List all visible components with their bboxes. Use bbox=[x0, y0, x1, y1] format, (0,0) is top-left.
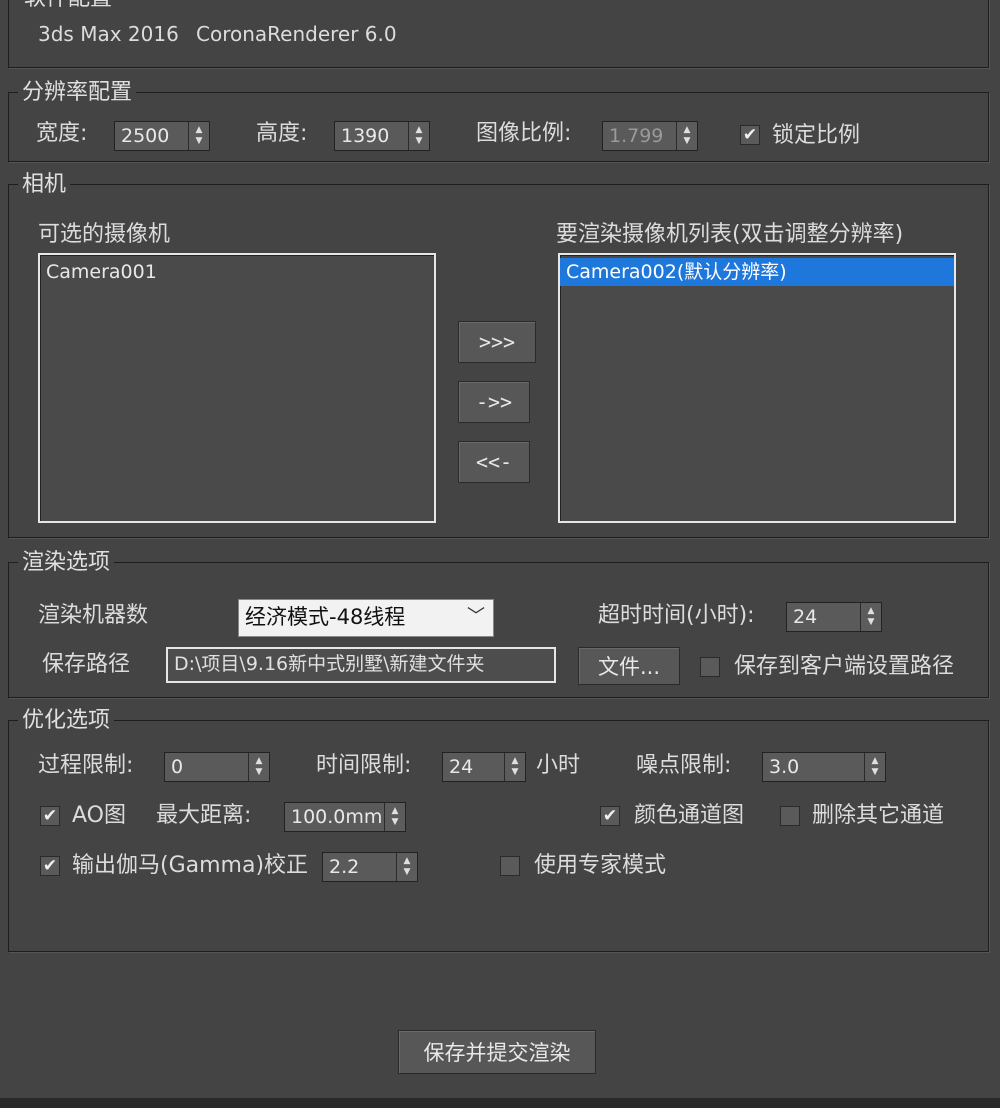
height-spinner-arrows[interactable]: ▲ ▼ bbox=[409, 122, 429, 150]
time-limit-spinner[interactable]: 24 ▲ ▼ bbox=[442, 752, 526, 782]
ao-label: AO图 bbox=[72, 803, 126, 828]
width-input[interactable]: 2500 bbox=[115, 122, 189, 150]
resolution-legend: 分辨率配置 bbox=[18, 80, 137, 106]
arrow-up-icon[interactable]: ▲ bbox=[416, 125, 423, 136]
machines-value: 经济模式-48线程 bbox=[245, 605, 406, 629]
pass-limit-input[interactable]: 0 bbox=[165, 753, 249, 781]
max-distance-label: 最大距离: bbox=[156, 803, 252, 828]
gamma-spinner-arrows[interactable]: ▲ ▼ bbox=[397, 853, 417, 881]
arrow-up-icon[interactable]: ▲ bbox=[196, 125, 203, 136]
timeout-spinner-arrows[interactable]: ▲ ▼ bbox=[861, 603, 881, 631]
lock-ratio-label: 锁定比例 bbox=[772, 123, 861, 148]
gamma-label: 输出伽马(Gamma)校正 bbox=[72, 853, 309, 878]
render-cameras-label: 要渲染摄像机列表(双击调整分辨率) bbox=[556, 222, 904, 247]
width-spinner[interactable]: 2500 ▲ ▼ bbox=[114, 121, 210, 151]
render-options-legend: 渲染选项 bbox=[18, 550, 115, 576]
optimize-legend: 优化选项 bbox=[18, 708, 115, 734]
save-path-input[interactable]: D:\项目\9.16新中式别墅\新建文件夹 bbox=[166, 647, 556, 683]
arrow-down-icon[interactable]: ▼ bbox=[684, 136, 691, 147]
delete-channels-label: 删除其它通道 bbox=[812, 803, 945, 828]
width-label: 宽度: bbox=[36, 121, 88, 146]
machines-dropdown[interactable]: 经济模式-48线程 ﹀ bbox=[238, 599, 494, 637]
height-input[interactable]: 1390 bbox=[335, 122, 409, 150]
pass-limit-spinner[interactable]: 0 ▲ ▼ bbox=[164, 752, 270, 782]
max-distance-input[interactable]: 100.0mm bbox=[285, 803, 385, 831]
submit-render-button[interactable]: 保存并提交渲染 bbox=[398, 1030, 596, 1074]
noise-limit-label: 噪点限制: bbox=[636, 753, 732, 778]
timeout-input[interactable]: 24 bbox=[787, 603, 861, 631]
time-limit-spinner-arrows[interactable]: ▲ ▼ bbox=[505, 753, 525, 781]
max-version-text: 3ds Max 2016 bbox=[38, 22, 179, 46]
arrow-down-icon[interactable]: ▼ bbox=[196, 136, 203, 147]
time-unit-label: 小时 bbox=[536, 753, 581, 778]
timeout-label: 超时时间(小时): bbox=[598, 603, 755, 628]
noise-limit-input[interactable]: 3.0 bbox=[763, 753, 865, 781]
available-cameras-label: 可选的摄像机 bbox=[38, 222, 171, 247]
arrow-down-icon[interactable]: ▼ bbox=[872, 767, 879, 778]
list-item[interactable]: Camera002(默认分辨率) bbox=[560, 258, 954, 286]
ratio-input[interactable]: 1.799 bbox=[603, 122, 677, 150]
bottom-strip bbox=[0, 1098, 1000, 1108]
save-path-label: 保存路径 bbox=[42, 652, 131, 677]
time-limit-input[interactable]: 24 bbox=[443, 753, 505, 781]
width-spinner-arrows[interactable]: ▲ ▼ bbox=[189, 122, 209, 150]
add-all-button[interactable]: >>> bbox=[458, 321, 536, 363]
arrow-up-icon[interactable]: ▲ bbox=[684, 125, 691, 136]
arrow-down-icon[interactable]: ▼ bbox=[512, 767, 519, 778]
arrow-up-icon[interactable]: ▲ bbox=[512, 756, 519, 767]
height-spinner[interactable]: 1390 ▲ ▼ bbox=[334, 121, 430, 151]
gamma-input[interactable]: 2.2 bbox=[323, 853, 397, 881]
timeout-spinner[interactable]: 24 ▲ ▼ bbox=[786, 602, 882, 632]
arrow-up-icon[interactable]: ▲ bbox=[404, 856, 411, 867]
renderer-version-text: CoronaRenderer 6.0 bbox=[196, 22, 397, 46]
ao-checkbox[interactable]: ✔ bbox=[40, 806, 60, 826]
gamma-spinner[interactable]: 2.2 ▲ ▼ bbox=[322, 852, 418, 882]
remove-button[interactable]: <<- bbox=[458, 441, 530, 483]
time-limit-label: 时间限制: bbox=[316, 753, 412, 778]
delete-channels-checkbox[interactable] bbox=[780, 806, 800, 826]
software-legend: 软件配置 bbox=[20, 0, 117, 12]
noise-limit-spinner-arrows[interactable]: ▲ ▼ bbox=[865, 753, 885, 781]
pass-limit-label: 过程限制: bbox=[38, 753, 134, 778]
list-item[interactable]: Camera001 bbox=[40, 255, 434, 286]
lock-ratio-checkbox[interactable]: ✔ bbox=[740, 125, 760, 145]
pass-limit-spinner-arrows[interactable]: ▲ ▼ bbox=[249, 753, 269, 781]
render-cameras-list[interactable]: Camera002(默认分辨率) bbox=[558, 253, 956, 523]
arrow-up-icon[interactable]: ▲ bbox=[392, 806, 399, 817]
camera-legend: 相机 bbox=[18, 172, 71, 198]
height-label: 高度: bbox=[256, 121, 308, 146]
arrow-down-icon[interactable]: ▼ bbox=[868, 617, 875, 628]
color-channel-checkbox[interactable]: ✔ bbox=[600, 806, 620, 826]
chevron-down-icon[interactable]: ﹀ bbox=[467, 600, 485, 634]
add-button[interactable]: ->> bbox=[458, 381, 530, 423]
file-button[interactable]: 文件... bbox=[578, 647, 680, 685]
machines-label: 渲染机器数 bbox=[38, 603, 149, 628]
gamma-checkbox[interactable]: ✔ bbox=[40, 856, 60, 876]
noise-limit-spinner[interactable]: 3.0 ▲ ▼ bbox=[762, 752, 886, 782]
ratio-spinner[interactable]: 1.799 ▲ ▼ bbox=[602, 121, 698, 151]
arrow-up-icon[interactable]: ▲ bbox=[872, 756, 879, 767]
max-distance-spinner-arrows[interactable]: ▲ ▼ bbox=[385, 803, 405, 831]
arrow-up-icon[interactable]: ▲ bbox=[868, 606, 875, 617]
ratio-spinner-arrows[interactable]: ▲ ▼ bbox=[677, 122, 697, 150]
available-cameras-list[interactable]: Camera001 bbox=[38, 253, 436, 523]
arrow-down-icon[interactable]: ▼ bbox=[392, 817, 399, 828]
max-distance-spinner[interactable]: 100.0mm ▲ ▼ bbox=[284, 802, 406, 832]
arrow-down-icon[interactable]: ▼ bbox=[404, 867, 411, 878]
arrow-up-icon[interactable]: ▲ bbox=[256, 756, 263, 767]
expert-mode-checkbox[interactable] bbox=[500, 856, 520, 876]
arrow-down-icon[interactable]: ▼ bbox=[256, 767, 263, 778]
color-channel-label: 颜色通道图 bbox=[634, 803, 745, 828]
expert-mode-label: 使用专家模式 bbox=[534, 853, 667, 878]
save-client-label: 保存到客户端设置路径 bbox=[734, 654, 955, 679]
arrow-down-icon[interactable]: ▼ bbox=[416, 136, 423, 147]
ratio-label: 图像比例: bbox=[476, 121, 572, 146]
save-client-checkbox[interactable] bbox=[700, 657, 720, 677]
